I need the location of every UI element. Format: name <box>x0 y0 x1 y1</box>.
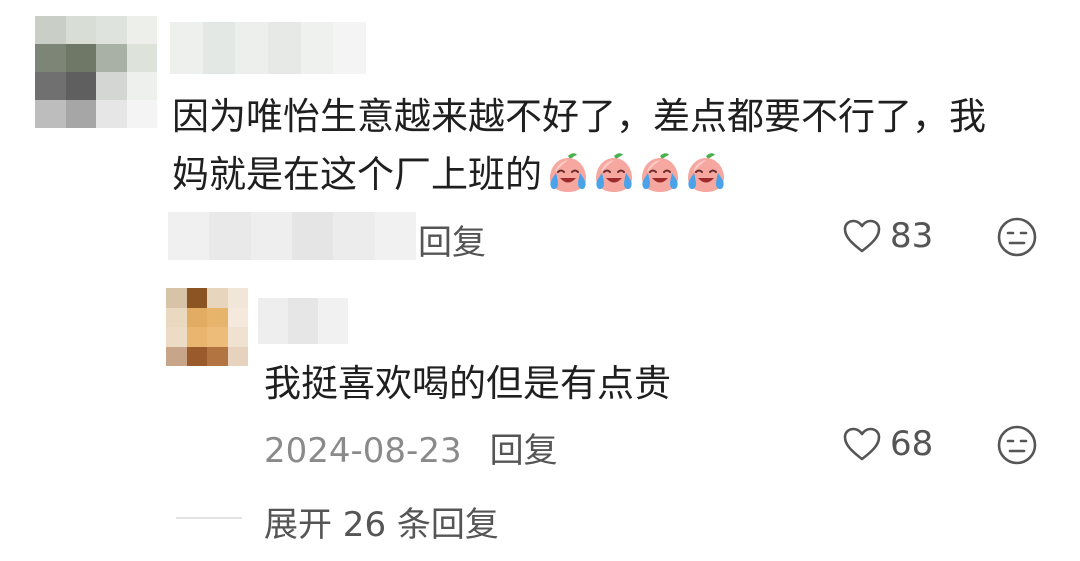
commenter-avatar[interactable] <box>35 16 157 128</box>
crying-peach-emoji <box>688 153 724 192</box>
comment-text-line-1: 因为唯怡生意越来越不好了，差点都要不行了，我 <box>172 95 986 138</box>
reply-dislike-button[interactable] <box>996 424 1038 470</box>
commenter-name-blurred[interactable] <box>170 22 366 74</box>
comment-text-line-2: 妈就是在这个厂上班的 <box>172 146 1042 204</box>
reply-text: 我挺喜欢喝的但是有点贵 <box>264 362 671 405</box>
neutral-face-icon <box>997 425 1037 465</box>
emoji-group <box>546 151 728 195</box>
crying-peach-emoji <box>550 153 586 192</box>
comment-text: 因为唯怡生意越来越不好了，差点都要不行了，我 妈就是在这个厂上班的 <box>172 88 1042 204</box>
comment-dislike-button[interactable] <box>996 216 1038 262</box>
reply-avatar[interactable] <box>166 288 248 366</box>
reply-reply-button[interactable]: 回复 <box>490 431 558 471</box>
crying-peach-emoji <box>596 153 632 192</box>
comment-reply-button[interactable]: 回复 <box>418 215 486 264</box>
heart-outline-icon <box>843 219 881 253</box>
comment-meta-blurred <box>168 212 416 260</box>
comment-like-button[interactable]: 83 <box>842 216 933 256</box>
expand-replies-button[interactable]: 展开 26 条回复 <box>264 497 499 546</box>
crying-peach-emoji <box>642 153 678 192</box>
reply-like-count: 68 <box>890 424 934 464</box>
reply-like-button[interactable]: 68 <box>842 424 933 464</box>
neutral-face-icon <box>997 217 1037 257</box>
reply-author-name-blurred[interactable] <box>258 298 348 344</box>
comment-like-count: 83 <box>890 216 934 256</box>
expand-divider <box>176 517 242 519</box>
heart-outline-icon <box>843 427 881 461</box>
reply-meta: 2024-08-23 回复 <box>264 423 558 472</box>
reply-date: 2024-08-23 <box>264 431 462 471</box>
